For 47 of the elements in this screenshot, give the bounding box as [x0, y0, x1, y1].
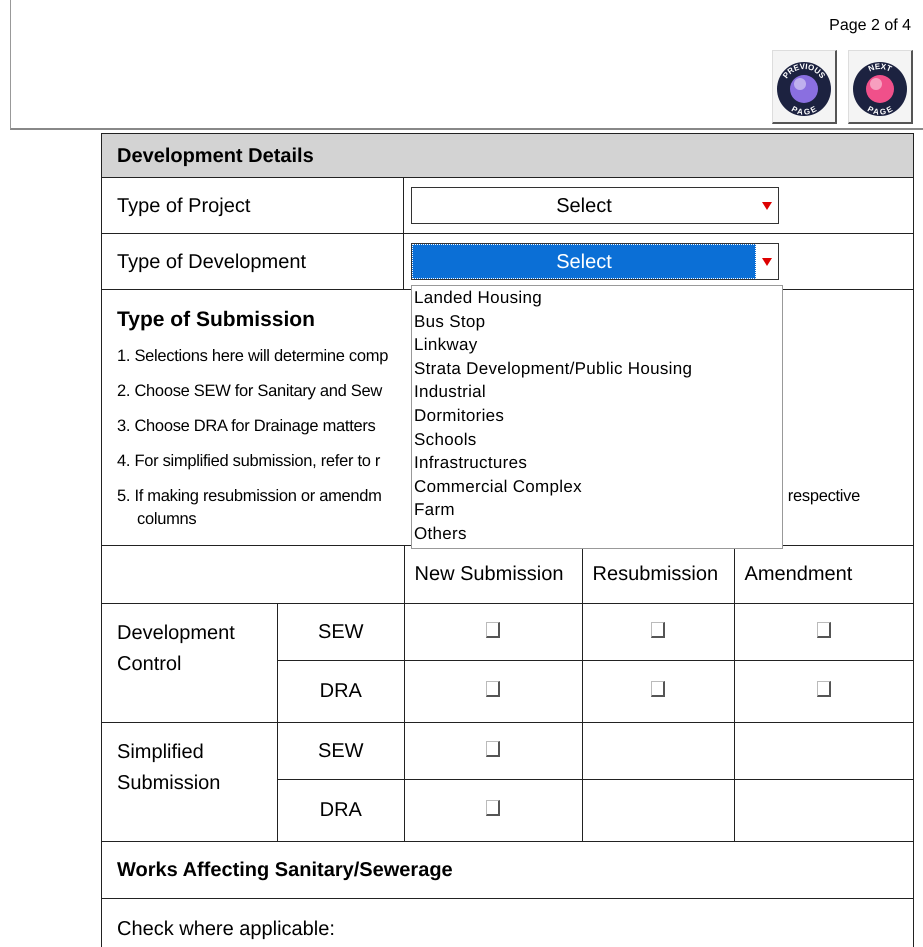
field-label: Type of Project: [102, 178, 404, 233]
column-header: Resubmission: [582, 546, 734, 603]
column-header: New Submission: [404, 546, 582, 603]
dropdown-option[interactable]: Dormitories: [412, 404, 782, 428]
instruction-text: 2. Choose SEW for Sanitary and Sew: [117, 380, 382, 402]
checkbox[interactable]: [486, 681, 500, 697]
checkbox[interactable]: [486, 622, 500, 638]
checkbox[interactable]: [651, 622, 665, 638]
row-code: SEW: [278, 603, 404, 660]
checkbox[interactable]: [816, 681, 831, 697]
select-field[interactable]: Select: [411, 187, 779, 224]
dropdown-option[interactable]: Strata Development/Public Housing: [412, 356, 782, 380]
section-header: Development Details: [102, 134, 913, 178]
field-label: Type of Development: [102, 234, 404, 289]
column-header: Amendment: [734, 546, 913, 603]
dropdown-option[interactable]: Others: [412, 522, 782, 546]
dropdown-arrow-icon[interactable]: [762, 202, 772, 210]
select-field[interactable]: Select: [411, 243, 779, 280]
instruction-text: 3. Choose DRA for Drainage matters: [117, 416, 376, 436]
page-indicator: Page 2 of 4: [829, 16, 911, 36]
group-label: Development Control: [102, 603, 278, 722]
instruction-text: 1. Selections here will determine comp: [117, 346, 388, 366]
dropdown-option[interactable]: Schools: [412, 428, 782, 452]
dropdown-option[interactable]: Linkway: [412, 333, 782, 357]
instruction-text: 4. For simplified submission, refer to r: [117, 450, 380, 472]
instruction-text: columns: [137, 508, 196, 530]
row-code: DRA: [278, 779, 404, 841]
row-code: DRA: [278, 660, 404, 722]
checkbox[interactable]: [651, 681, 665, 697]
checkbox[interactable]: [816, 622, 831, 638]
instruction-text: 5. If making resubmission or amendm: [117, 486, 382, 506]
checkbox[interactable]: [486, 800, 500, 816]
dropdown-option[interactable]: Industrial: [412, 380, 782, 404]
row-code: SEW: [278, 722, 404, 779]
hint-text: Check where applicable:: [117, 916, 335, 942]
section-header: Works Affecting Sanitary/Sewerage: [102, 842, 913, 898]
dropdown-arrow-icon[interactable]: [762, 258, 772, 266]
dropdown-option[interactable]: Farm: [412, 498, 782, 522]
submission-title: Type of Submission: [117, 307, 315, 333]
page-nav-button[interactable]: NEXT PAGE: [848, 50, 913, 124]
dropdown-option[interactable]: Bus Stop: [412, 310, 782, 334]
dropdown-option[interactable]: Infrastructures: [412, 451, 782, 475]
instruction-text: respective: [788, 486, 860, 506]
checkbox[interactable]: [486, 740, 500, 756]
group-label: Simplified Submission: [102, 722, 278, 841]
dropdown-option[interactable]: Commercial Complex: [412, 474, 782, 498]
dropdown-option[interactable]: Landed Housing: [412, 286, 782, 310]
